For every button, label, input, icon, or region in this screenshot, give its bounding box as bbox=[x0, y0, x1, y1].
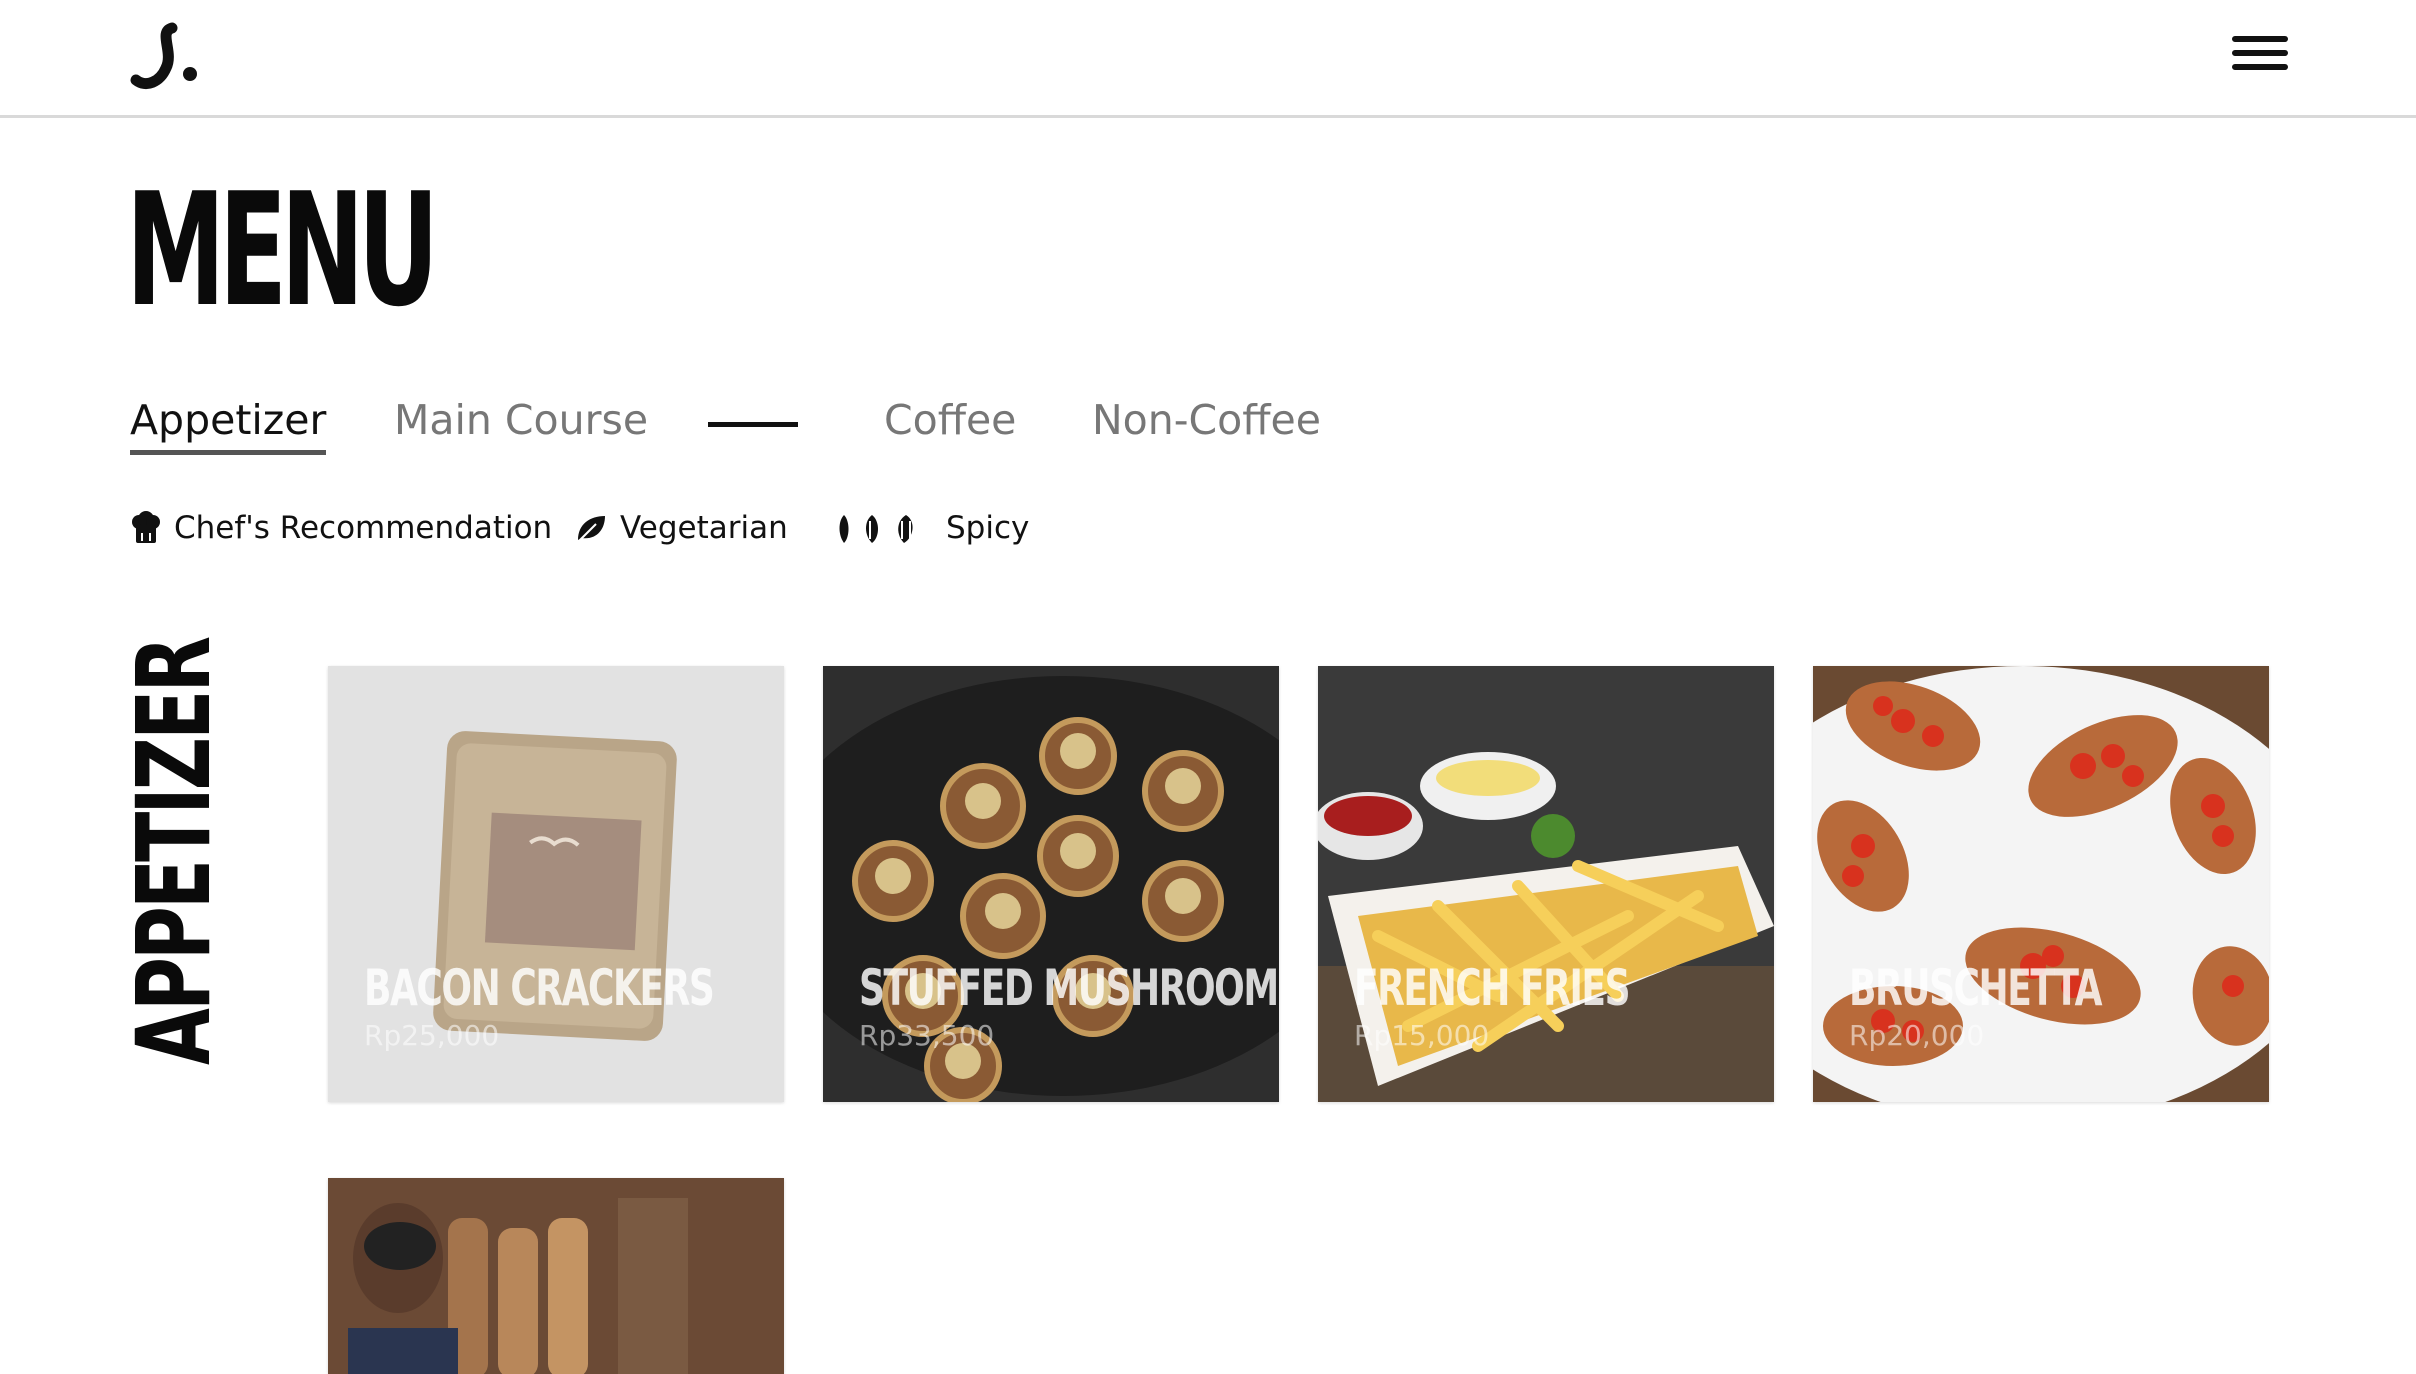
legend-vegetarian-label: Vegetarian bbox=[620, 510, 788, 546]
menu-item-price: Rp15,000 bbox=[1354, 1019, 1490, 1052]
legend-chef-recommendation: Chef's Recommendation bbox=[130, 500, 552, 556]
section-label-appetizer: APPETIZER bbox=[115, 639, 234, 1065]
menu-item-card[interactable]: STUFFED MUSHROOMS Rp33,500 bbox=[823, 666, 1279, 1102]
legend-spicy: Spicy bbox=[834, 500, 1029, 556]
menu-item-name: BACON CRACKERS bbox=[364, 959, 715, 1017]
menu-item-card[interactable]: FRENCH FRIES Rp15,000 bbox=[1318, 666, 1774, 1102]
legend-chef-label: Chef's Recommendation bbox=[174, 510, 553, 546]
legend-spicy-label: Spicy bbox=[946, 510, 1030, 546]
tab-non-coffee[interactable]: Non-Coffee bbox=[1092, 390, 1321, 450]
chef-hat-icon bbox=[132, 511, 160, 543]
brand-logo-icon[interactable] bbox=[128, 22, 208, 94]
chili-icon bbox=[839, 515, 913, 543]
top-navbar bbox=[0, 0, 2416, 118]
dietary-legend: Chef's Recommendation Vegetarian Spicy bbox=[130, 500, 1130, 560]
menu-item-name: STUFFED MUSHROOMS bbox=[859, 959, 1279, 1017]
legend-vegetarian: Vegetarian bbox=[574, 500, 788, 556]
tab-separator-dash bbox=[708, 422, 798, 427]
menu-item-price: Rp20,000 bbox=[1849, 1019, 1985, 1052]
menu-item-name: FRENCH FRIES bbox=[1354, 959, 1631, 1017]
menu-item-card[interactable]: BACON CRACKERS Rp25,000 bbox=[328, 666, 784, 1102]
page-title: MENU bbox=[126, 159, 439, 341]
tab-appetizer[interactable]: Appetizer bbox=[130, 390, 327, 455]
tab-main-course[interactable]: Main Course bbox=[394, 390, 648, 450]
tab-coffee[interactable]: Coffee bbox=[884, 390, 1016, 450]
section-label-text: APPETIZER bbox=[115, 638, 234, 1065]
menu-item-price: Rp25,000 bbox=[364, 1019, 500, 1052]
menu-item-photo bbox=[328, 1178, 784, 1374]
menu-item-name: BRUSCHETTA bbox=[1849, 959, 2103, 1017]
menu-item-price: Rp33,500 bbox=[859, 1019, 995, 1052]
menu-item-card[interactable]: BRUSCHETTA Rp20,000 bbox=[1813, 666, 2269, 1102]
menu-item-card[interactable] bbox=[328, 1178, 784, 1374]
hamburger-menu-icon[interactable] bbox=[2232, 36, 2288, 80]
category-tabs: Appetizer Main Course Coffee Non-Coffee bbox=[130, 390, 1430, 470]
leaf-icon bbox=[577, 516, 605, 543]
